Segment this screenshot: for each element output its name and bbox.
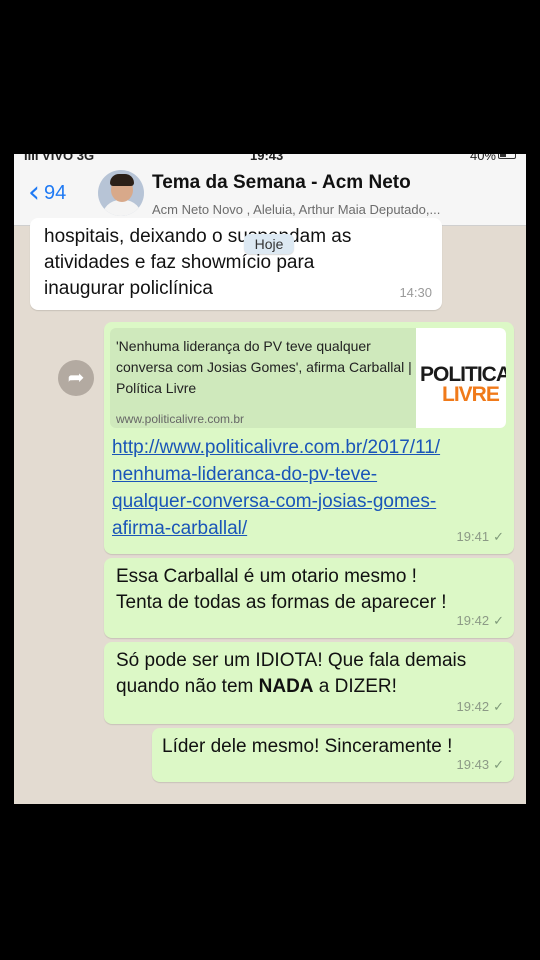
- message-time: 14:30: [399, 285, 432, 300]
- message-list[interactable]: hospitais, deixando o suspendam as ativi…: [14, 218, 526, 804]
- message-link[interactable]: 'Nenhuma liderança do PV teve qualquer c…: [104, 322, 514, 554]
- link-preview[interactable]: 'Nenhuma liderança do PV teve qualquer c…: [110, 328, 506, 428]
- link-preview-url: www.politicalivre.com.br: [116, 412, 245, 426]
- whatsapp-screen: IIII VIVO 3G 19:43 40% ‹ 94 Tema da Sema…: [14, 154, 526, 804]
- message-text-line: inaugurar policlínica: [44, 278, 213, 299]
- clock: 19:43: [250, 154, 284, 163]
- status-bar: IIII VIVO 3G 19:43 40%: [14, 154, 526, 164]
- message-text-line: Só pode ser um IDIOTA! Que fala demais: [116, 650, 467, 671]
- link-line[interactable]: nenhuma-lideranca-do-pv-teve-: [112, 461, 502, 488]
- message-text-line: hospitais, deixando o suspendam as: [44, 226, 352, 247]
- politica-livre-logo: POLITICA LIVRE: [416, 328, 506, 428]
- message-text-line: Essa Carballal é um otario mesmo !: [116, 566, 417, 587]
- message-time: 19:42 ✓: [456, 613, 504, 628]
- chat-header: ‹ 94 Tema da Semana - Acm Neto Acm Neto …: [14, 164, 526, 226]
- message-outgoing[interactable]: Só pode ser um IDIOTA! Que fala demais q…: [104, 642, 514, 724]
- message-link-url[interactable]: http://www.politicalivre.com.br/2017/11/…: [112, 434, 502, 542]
- message-outgoing[interactable]: Essa Carballal é um otario mesmo ! Tenta…: [104, 558, 514, 638]
- battery-icon: [498, 154, 516, 159]
- message-outgoing[interactable]: Líder dele mesmo! Sinceramente ! 19:43 ✓: [152, 728, 514, 782]
- avatar[interactable]: [98, 170, 144, 216]
- link-line[interactable]: qualquer-conversa-com-josias-gomes-: [112, 488, 502, 515]
- link-line[interactable]: afirma-carballal/: [112, 515, 502, 542]
- message-time: 19:41 ✓: [456, 529, 504, 544]
- message-text-line: quando não tem NADA a DIZER!: [116, 676, 397, 697]
- message-text-line: Líder dele mesmo! Sinceramente !: [162, 736, 453, 757]
- message-text-line: atividades e faz showmício para: [44, 252, 315, 273]
- chat-title[interactable]: Tema da Semana - Acm Neto: [152, 172, 411, 194]
- check-icon: ✓: [493, 613, 504, 628]
- message-incoming[interactable]: hospitais, deixando o suspendam as ativi…: [30, 218, 442, 310]
- message-time: 19:43 ✓: [456, 757, 504, 772]
- chevron-left-icon: ‹: [28, 175, 40, 210]
- chat-participants[interactable]: Acm Neto Novo , Aleluia, Arthur Maia Dep…: [152, 202, 440, 217]
- check-icon: ✓: [493, 757, 504, 772]
- message-text-line: Tenta de todas as formas de aparecer !: [116, 592, 447, 613]
- unread-count: 94: [44, 181, 67, 204]
- link-preview-title: 'Nenhuma liderança do PV teve qualquer c…: [116, 338, 412, 396]
- back-button[interactable]: ‹ 94: [28, 178, 66, 208]
- check-icon: ✓: [493, 699, 504, 714]
- share-forward-icon[interactable]: ➦: [58, 360, 94, 396]
- check-icon: ✓: [493, 529, 504, 544]
- logo-text-bottom: LIVRE: [442, 383, 500, 406]
- link-line[interactable]: http://www.politicalivre.com.br/2017/11/: [112, 434, 502, 461]
- message-time: 19:42 ✓: [456, 699, 504, 714]
- date-separator: Hoje: [244, 234, 294, 254]
- battery-percent: 40%: [469, 154, 496, 163]
- carrier-label: IIII VIVO 3G: [24, 154, 95, 163]
